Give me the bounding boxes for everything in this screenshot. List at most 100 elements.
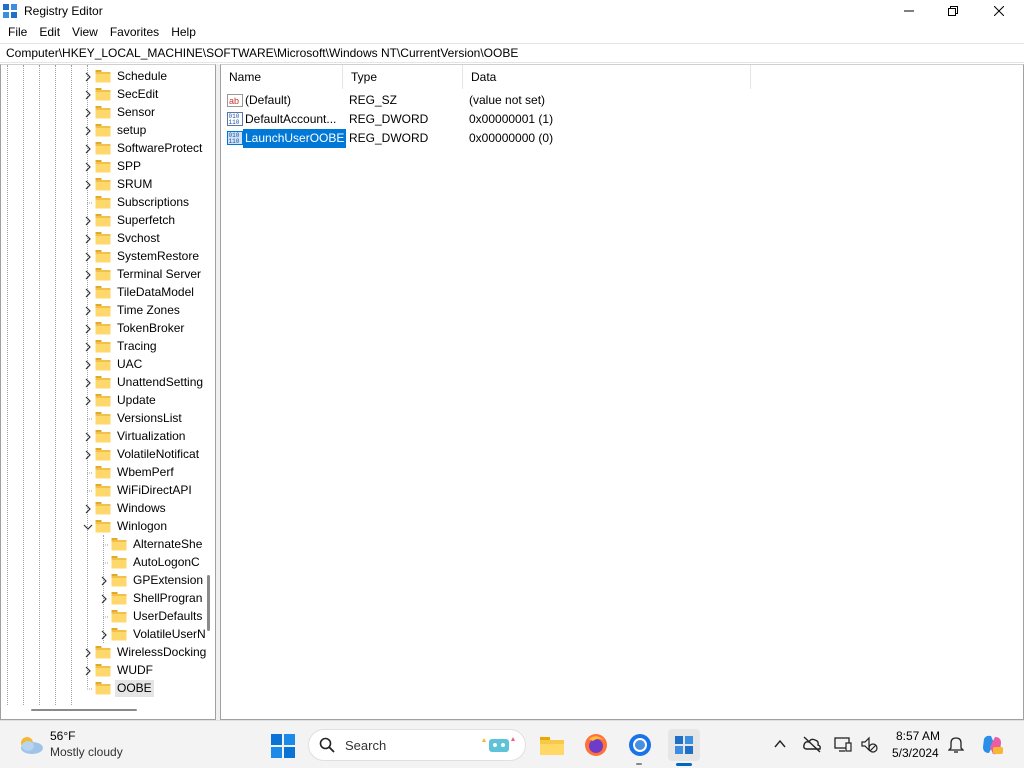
tree-item[interactable]: TokenBroker xyxy=(83,319,186,337)
weather-description[interactable]: Mostly cloudy xyxy=(50,745,123,759)
tree-item[interactable]: SRUM xyxy=(83,175,154,193)
chevron-right-icon[interactable] xyxy=(83,647,93,658)
tree-item[interactable]: VolatileNotificat xyxy=(83,445,201,463)
clock-date[interactable]: 5/3/2024 xyxy=(892,746,939,760)
cloudy-weather-icon[interactable] xyxy=(16,733,46,757)
chevron-right-icon[interactable] xyxy=(83,305,93,316)
chevron-right-icon[interactable] xyxy=(83,125,93,136)
tree-item[interactable]: WUDF xyxy=(83,661,155,679)
tree-horizontal-scrollbar[interactable] xyxy=(1,705,201,715)
tree-horizontal-scroll-thumb[interactable] xyxy=(31,709,137,711)
display-icon[interactable] xyxy=(834,735,852,753)
tree-vertical-scroll-thumb[interactable] xyxy=(207,575,210,631)
tree-item[interactable]: Time Zones xyxy=(83,301,182,319)
tree-item[interactable]: SecEdit xyxy=(83,85,160,103)
tree-item[interactable]: AlternateShe xyxy=(99,535,204,553)
menu-help[interactable]: Help xyxy=(165,22,202,42)
registry-editor-taskbar-icon[interactable] xyxy=(668,729,700,761)
tree-item[interactable]: VolatileUserN xyxy=(99,625,208,643)
value-row[interactable]: 010 110 DefaultAccount... REG_DWORD 0x000… xyxy=(221,110,781,129)
copilot-icon[interactable] xyxy=(980,733,1004,757)
values-list-pane[interactable]: Name Type Data ab (Default) REG_SZ (valu… xyxy=(220,64,1024,720)
chevron-right-icon[interactable] xyxy=(83,395,93,406)
tree-item[interactable]: Tracing xyxy=(83,337,159,355)
restore-button[interactable] xyxy=(930,0,976,22)
chevron-right-icon[interactable] xyxy=(83,359,93,370)
chevron-right-icon[interactable] xyxy=(83,269,93,280)
chevron-right-icon[interactable] xyxy=(83,449,93,460)
chevron-right-icon[interactable] xyxy=(83,161,93,172)
tree-item[interactable]: GPExtension xyxy=(99,571,205,589)
weather-temperature[interactable]: 56°F xyxy=(50,729,75,743)
tree-item[interactable]: Update xyxy=(83,391,158,409)
chevron-right-icon[interactable] xyxy=(83,215,93,226)
chevron-up-icon[interactable] xyxy=(774,738,786,750)
tree-item[interactable]: UnattendSetting xyxy=(83,373,205,391)
tree-item[interactable]: WirelessDocking xyxy=(83,643,208,661)
chevron-right-icon[interactable] xyxy=(83,431,93,442)
menu-view[interactable]: View xyxy=(66,22,104,42)
tree-item[interactable]: WbemPerf xyxy=(83,463,176,481)
volume-icon[interactable] xyxy=(860,735,878,753)
tree-item[interactable]: setup xyxy=(83,121,148,139)
value-row[interactable]: ab (Default) REG_SZ (value not set) xyxy=(221,91,781,110)
chevron-right-icon[interactable] xyxy=(83,665,93,676)
tree-item[interactable]: UAC xyxy=(83,355,144,373)
address-input[interactable]: Computer\HKEY_LOCAL_MACHINE\SOFTWARE\Mic… xyxy=(6,46,518,60)
column-header-type[interactable]: Type xyxy=(343,65,463,89)
value-row-selected[interactable]: 010 110 LaunchUserOOBE REG_DWORD 0x000000… xyxy=(221,129,781,148)
chevron-right-icon[interactable] xyxy=(83,287,93,298)
chevron-right-icon[interactable] xyxy=(83,341,93,352)
menu-file[interactable]: File xyxy=(2,22,33,42)
tree-item[interactable]: Schedule xyxy=(83,67,169,85)
column-header-data[interactable]: Data xyxy=(463,65,751,89)
key-tree-pane[interactable]: Schedule SecEdit Sensor setup SoftwareProtec… xyxy=(0,64,216,720)
tree-item[interactable]: Sensor xyxy=(83,103,157,121)
tree-item[interactable]: Winlogon xyxy=(83,517,169,535)
windows-start-icon[interactable] xyxy=(270,733,296,759)
chevron-right-icon[interactable] xyxy=(99,629,109,640)
file-explorer-icon[interactable] xyxy=(536,729,568,761)
tree-item[interactable]: Terminal Server xyxy=(83,265,203,283)
menu-edit[interactable]: Edit xyxy=(33,22,66,42)
tree-item[interactable]: SPP xyxy=(83,157,143,175)
close-button[interactable] xyxy=(976,0,1022,22)
tree-item[interactable]: Virtualization xyxy=(83,427,187,445)
chevron-right-icon[interactable] xyxy=(83,179,93,190)
chevron-right-icon[interactable] xyxy=(83,233,93,244)
chevron-down-icon[interactable] xyxy=(83,521,93,531)
tree-item[interactable]: Superfetch xyxy=(83,211,177,229)
chevron-right-icon[interactable] xyxy=(83,323,93,334)
cloud-sync-icon[interactable] xyxy=(802,735,822,753)
tree-item[interactable]: Windows xyxy=(83,499,168,517)
minimize-button[interactable] xyxy=(886,0,932,22)
tree-item[interactable]: UserDefaults xyxy=(99,607,204,625)
tree-item[interactable]: AutoLogonC xyxy=(99,553,202,571)
menu-favorites[interactable]: Favorites xyxy=(104,22,165,42)
tree-item[interactable]: ShellProgran xyxy=(99,589,204,607)
chevron-right-icon[interactable] xyxy=(83,143,93,154)
tree-item[interactable]: Subscriptions xyxy=(83,193,191,211)
address-bar[interactable]: Computer\HKEY_LOCAL_MACHINE\SOFTWARE\Mic… xyxy=(0,43,1024,63)
chevron-right-icon[interactable] xyxy=(83,251,93,262)
chrome-icon[interactable] xyxy=(624,729,656,761)
tree-vertical-scrollbar[interactable] xyxy=(204,65,214,701)
chevron-right-icon[interactable] xyxy=(83,71,93,82)
chevron-right-icon[interactable] xyxy=(83,503,93,514)
chevron-right-icon[interactable] xyxy=(99,575,109,586)
tree-item[interactable]: WiFiDirectAPI xyxy=(83,481,194,499)
tree-item[interactable]: SystemRestore xyxy=(83,247,201,265)
firefox-icon[interactable] xyxy=(580,729,612,761)
chevron-right-icon[interactable] xyxy=(99,593,109,604)
chevron-right-icon[interactable] xyxy=(83,107,93,118)
tree-item[interactable]: OOBE xyxy=(83,679,154,697)
chevron-right-icon[interactable] xyxy=(83,89,93,100)
tree-item[interactable]: Svchost xyxy=(83,229,162,247)
tree-item[interactable]: VersionsList xyxy=(83,409,184,427)
tree-item[interactable]: TileDataModel xyxy=(83,283,196,301)
chevron-right-icon[interactable] xyxy=(83,377,93,388)
notification-bell-icon[interactable] xyxy=(948,735,964,753)
taskbar-search-box[interactable]: Search xyxy=(308,729,526,761)
clock-time[interactable]: 8:57 AM xyxy=(896,729,940,743)
tree-item[interactable]: SoftwareProtect xyxy=(83,139,204,157)
